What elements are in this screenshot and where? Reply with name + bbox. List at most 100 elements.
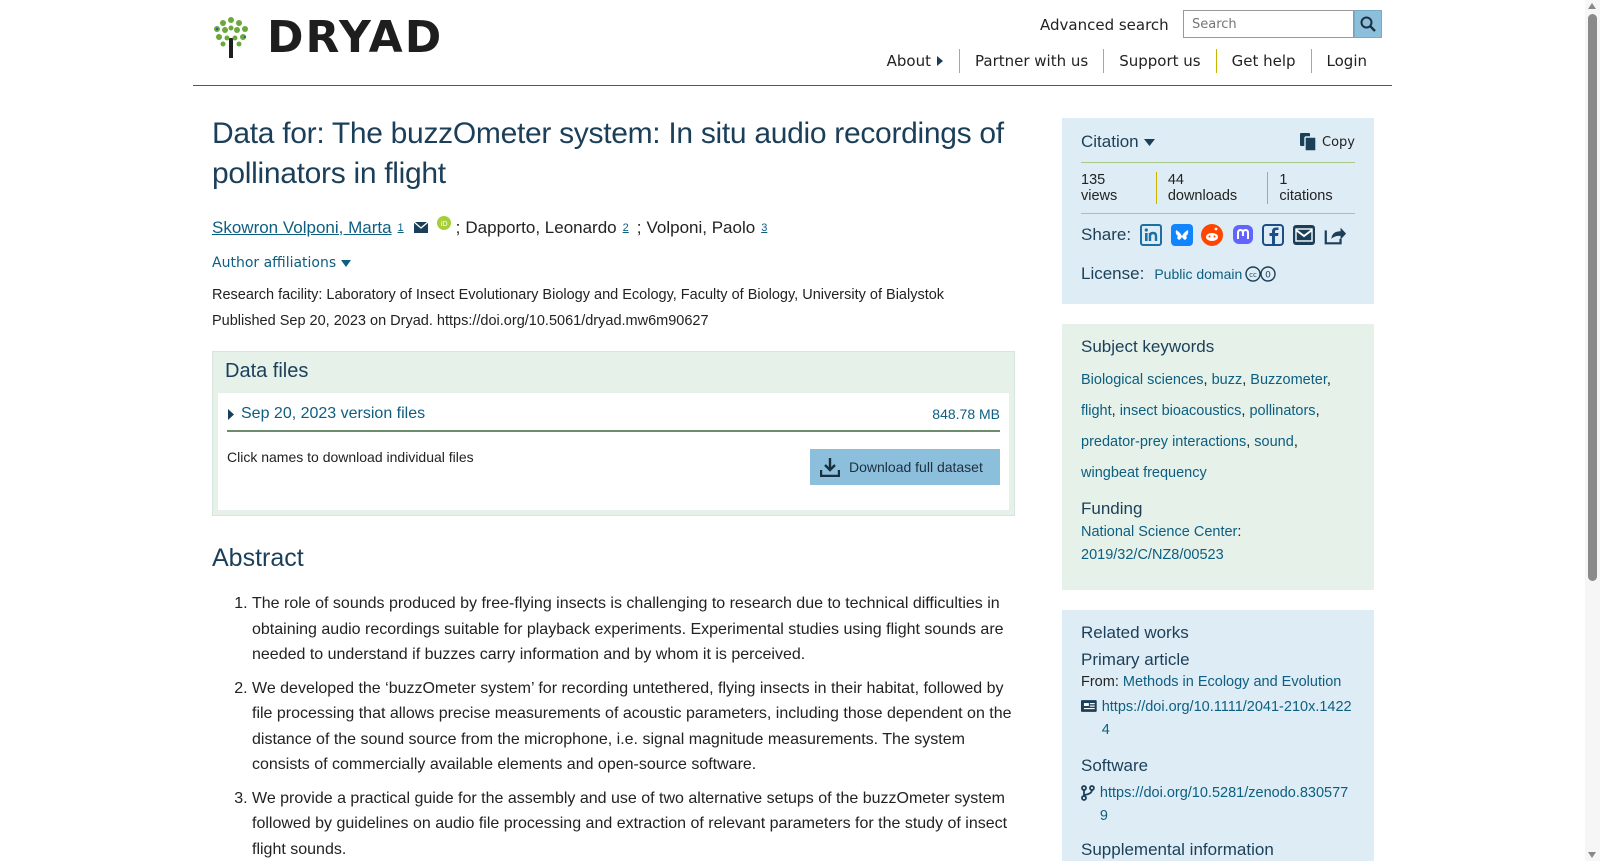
svg-text:iD: iD [440, 220, 447, 228]
keyword-link[interactable]: pollinators [1249, 403, 1315, 419]
published-info: Published Sep 20, 2023 on Dryad. https:/… [212, 313, 709, 329]
version-files-label: Sep 20, 2023 version files [241, 405, 426, 422]
article-icon [1081, 700, 1097, 712]
nav-support[interactable]: Support us [1103, 49, 1215, 73]
search-input[interactable] [1183, 10, 1354, 38]
share-icon[interactable] [1323, 223, 1347, 247]
keyword-link[interactable]: flight [1081, 403, 1112, 419]
affiliation-ref-link[interactable]: 2 [623, 222, 629, 234]
downloads-count: 44 downloads [1155, 172, 1268, 204]
download-full-dataset-button[interactable]: Download full dataset [810, 449, 1000, 485]
linkedin-icon[interactable] [1140, 223, 1163, 247]
mastodon-icon[interactable] [1232, 223, 1254, 247]
main-content: Data for: The buzzOmeter system: In situ… [212, 114, 1015, 861]
reddit-icon[interactable] [1201, 223, 1224, 247]
nav-about[interactable]: About [872, 49, 959, 73]
abstract-item: We provide a practical guide for the ass… [252, 786, 1015, 861]
copy-citation-button[interactable]: Copy [1300, 133, 1355, 151]
search-button[interactable] [1354, 10, 1382, 38]
supplemental-heading: Supplemental information [1081, 840, 1274, 859]
abstract-item: The role of sounds produced by free-flyi… [252, 591, 1015, 668]
author-separator: ; [636, 217, 642, 237]
author-name: Dapporto, Leonardo [465, 217, 617, 237]
funder-link[interactable]: National Science Center [1081, 524, 1237, 540]
code-branch-icon [1081, 785, 1095, 801]
caret-down-icon [1143, 138, 1155, 146]
citation-toggle[interactable]: Citation [1081, 132, 1155, 152]
nav-about-label: About [886, 52, 931, 70]
email-icon[interactable] [1292, 223, 1315, 247]
download-hint: Click names to download individual files [227, 449, 474, 465]
share-row: Share: [1081, 223, 1355, 247]
keywords-heading: Subject keywords [1081, 337, 1215, 356]
data-files-heading: Data files [225, 360, 309, 382]
primary-article-source: From: Methods in Ecology and Evolution [1081, 674, 1355, 690]
citations-count: 1 citations [1267, 172, 1355, 204]
nav-get-help[interactable]: Get help [1215, 49, 1311, 73]
author-separator: ; [455, 217, 461, 237]
license-link[interactable]: Public domain [1154, 266, 1242, 282]
dryad-logo[interactable]: DRYAD [213, 16, 443, 60]
facebook-icon[interactable] [1262, 223, 1285, 247]
software-doi-link[interactable]: https://doi.org/10.5281/zenodo.8305779 [1100, 782, 1355, 828]
email-icon[interactable] [413, 222, 428, 233]
advanced-search-link[interactable]: Advanced search [1040, 14, 1184, 36]
primary-article-heading: Primary article [1081, 650, 1190, 669]
journal-link[interactable]: Methods in Ecology and Evolution [1123, 674, 1341, 690]
site-header: DRYAD Advanced search About Partner with… [193, 0, 1392, 86]
affiliation-ref-link[interactable]: 3 [761, 222, 767, 234]
page-scrollbar[interactable] [1585, 0, 1600, 861]
nav-login[interactable]: Login [1310, 49, 1382, 73]
software-heading: Software [1081, 756, 1149, 775]
public-domain-icon: cc 0 [1245, 266, 1276, 282]
affiliation-ref: 2 [617, 214, 629, 241]
copy-label: Copy [1322, 134, 1355, 150]
page-title: Data for: The buzzOmeter system: In situ… [212, 117, 1004, 190]
dataset-metrics: 135 views 44 downloads 1 citations [1081, 172, 1355, 214]
tree-logo-icon [214, 17, 248, 58]
data-files-panel: Data files Sep 20, 2023 version files 84… [212, 351, 1015, 516]
abstract-list: The role of sounds produced by free-flyi… [212, 591, 1015, 861]
data-files-actions: Click names to download individual files… [227, 449, 1000, 485]
affiliations-label: Author affiliations [212, 255, 337, 271]
search-icon [1360, 16, 1376, 32]
affiliation-ref-link[interactable]: 1 [398, 222, 404, 234]
license-label: License: [1081, 264, 1145, 283]
keyword-link[interactable]: insect bioacoustics [1120, 403, 1242, 419]
nav-partner[interactable]: Partner with us [959, 49, 1103, 73]
citation-label: Citation [1081, 132, 1139, 151]
version-files-toggle[interactable]: Sep 20, 2023 version files [227, 405, 425, 423]
scroll-thumb[interactable] [1588, 14, 1597, 581]
keyword-link[interactable]: Buzzometer [1250, 372, 1327, 388]
keyword-link[interactable]: predator-prey interactions [1081, 434, 1246, 450]
funding-heading: Funding [1081, 499, 1143, 518]
author-link[interactable]: Skowron Volponi, Marta [212, 215, 392, 241]
bluesky-icon[interactable] [1170, 223, 1193, 247]
grant-link[interactable]: 2019/32/C/NZ8/00523 [1081, 547, 1224, 563]
keyword-link[interactable]: Biological sciences [1081, 372, 1204, 388]
affiliation-ref: 1 [392, 214, 404, 241]
keyword-link[interactable]: sound [1254, 434, 1294, 450]
caret-right-icon [937, 56, 943, 66]
abstract-item: We developed the ‘buzzOmeter system’ for… [252, 676, 1015, 778]
logo-wordmark: DRYAD [267, 12, 444, 63]
research-facility: Research facility: Laboratory of Insect … [212, 287, 945, 303]
author-list: Skowron Volponi, Marta 1 iD ; Dapporto, … [212, 214, 1015, 241]
related-works-panel: Related works Primary article From: Meth… [1062, 610, 1374, 861]
abstract-heading: Abstract [212, 544, 304, 572]
scroll-down-icon[interactable] [1588, 852, 1596, 858]
primary-article-doi-link[interactable]: https://doi.org/10.1111/2041-210x.14224 [1102, 696, 1355, 742]
keyword-link[interactable]: buzz [1212, 372, 1243, 388]
affiliation-ref: 3 [755, 214, 767, 241]
funding-info: National Science Center: 2019/32/C/NZ8/0… [1081, 524, 1242, 563]
svg-text:0: 0 [1265, 271, 1271, 281]
scroll-up-icon[interactable] [1588, 3, 1596, 9]
author-affiliations-toggle[interactable]: Author affiliations [212, 255, 1015, 271]
keyword-list: Biological sciences, buzz, Buzzometer, f… [1081, 372, 1331, 481]
orcid-icon[interactable]: iD [436, 215, 451, 230]
author-name: Volponi, Paolo [646, 217, 756, 237]
views-count: 135 views [1081, 172, 1118, 204]
citation-header: Citation Copy [1081, 128, 1355, 163]
from-label: From: [1081, 674, 1119, 690]
keyword-link[interactable]: wingbeat frequency [1081, 465, 1207, 481]
